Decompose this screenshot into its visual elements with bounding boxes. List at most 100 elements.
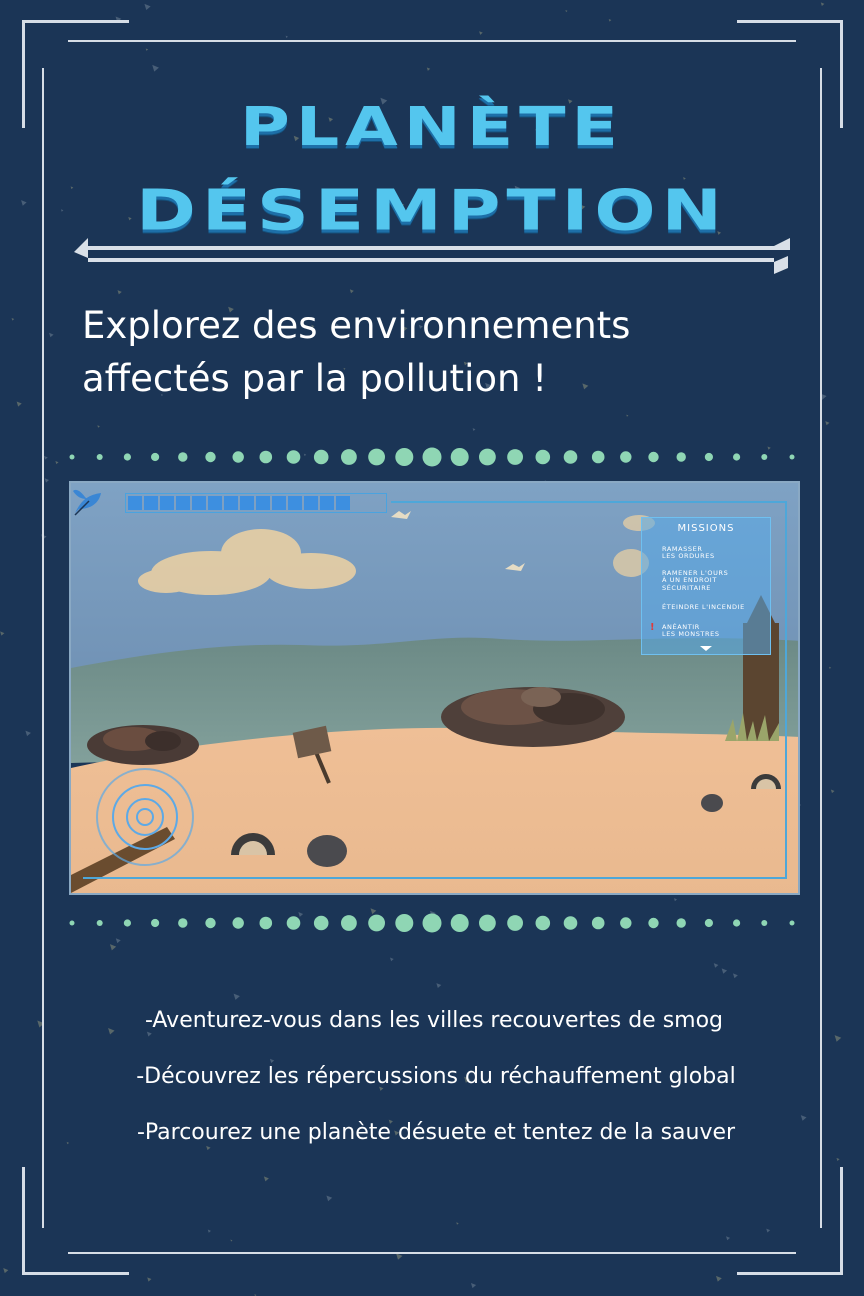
speckle <box>766 1228 771 1233</box>
separator-dot <box>151 452 160 462</box>
separator-dot <box>259 450 273 464</box>
separator-dot <box>123 919 131 927</box>
speckle <box>230 1239 233 1242</box>
speckle <box>820 2 825 6</box>
speckle <box>144 3 151 11</box>
separator-dot <box>368 448 385 466</box>
separator-dot <box>178 918 188 928</box>
speckle <box>830 789 835 794</box>
mission-item[interactable]: ÉTEINDRE L'INCENDIE <box>662 603 766 611</box>
speckle <box>565 10 568 13</box>
feature-line-2: -Découvrez les répercussions du réchauff… <box>136 1064 736 1089</box>
separator-dot <box>789 920 795 926</box>
title-underline-arrow <box>74 238 790 274</box>
rock <box>307 835 347 867</box>
health-segment <box>288 496 302 510</box>
speckle <box>145 48 149 51</box>
health-bar <box>125 493 387 513</box>
separator-dot <box>151 918 160 928</box>
health-segment <box>336 496 350 510</box>
speckle <box>152 64 159 72</box>
speckle <box>44 478 50 483</box>
speckle <box>11 317 15 321</box>
health-segment <box>240 496 254 510</box>
mission-item[interactable]: RAMASSER LES ORDURES <box>662 545 766 561</box>
health-segment <box>128 496 142 510</box>
trash-pile-left <box>87 725 199 765</box>
speckle <box>713 963 719 968</box>
separator-dot <box>789 454 795 460</box>
separator-dot <box>259 916 273 930</box>
separator-dot <box>395 914 414 932</box>
speckle <box>263 1176 269 1182</box>
speckle <box>16 401 22 407</box>
separator-dot <box>620 451 632 463</box>
separator-dot <box>648 917 659 929</box>
speckle <box>207 1229 211 1233</box>
separator-dot <box>704 918 714 928</box>
speckle <box>426 67 431 71</box>
game-screenshot: MISSIONS RAMASSER LES ORDURES RAMENER L'… <box>69 481 800 895</box>
dot-separator-top <box>69 447 795 467</box>
rock <box>701 794 723 812</box>
separator-dot <box>733 919 741 927</box>
speckle <box>825 421 830 426</box>
separator-dot <box>479 448 496 466</box>
frame-bottom-left-h <box>22 1272 129 1275</box>
title-line-1: PLANÈTE <box>240 96 624 159</box>
speckle <box>0 631 5 636</box>
speckle <box>470 1282 477 1289</box>
health-segment <box>224 496 238 510</box>
separator-dot <box>341 915 357 931</box>
separator-dot <box>704 452 714 462</box>
speckle <box>716 1275 722 1282</box>
speckle <box>673 898 677 902</box>
tagline-line-1: Explorez des environnements <box>82 304 631 347</box>
health-segment <box>144 496 158 510</box>
speckle <box>25 730 31 737</box>
speckle <box>233 993 240 1000</box>
health-segment <box>272 496 286 510</box>
trash-pile-right <box>441 687 625 747</box>
separator-dot <box>313 449 329 465</box>
speckle <box>44 455 48 460</box>
leaf-icon <box>73 489 101 516</box>
separator-dot <box>178 452 188 462</box>
health-segment <box>176 496 190 510</box>
speckle <box>269 1058 275 1064</box>
frame-bottom-right-v <box>840 1167 843 1275</box>
mission-item[interactable]: RAMENER L'OURS À UN ENDROIT SÉCURITAIRE <box>662 569 766 592</box>
mission-item[interactable]: ANÉANTIR LES MONSTRES <box>662 623 766 639</box>
speckle <box>829 666 832 669</box>
separator-dot <box>205 451 216 463</box>
separator-dot <box>286 450 301 464</box>
missions-panel[interactable]: MISSIONS RAMASSER LES ORDURES RAMENER L'… <box>641 517 771 655</box>
frame-bottom-left-v <box>22 1167 25 1275</box>
separator-dot <box>591 450 605 464</box>
health-segment <box>208 496 222 510</box>
feature-line-1: -Aventurez-vous dans les villes recouver… <box>144 1008 724 1033</box>
separator-dot <box>676 918 686 928</box>
frame-top-right-h <box>737 20 843 23</box>
chevron-down-icon[interactable] <box>700 646 712 651</box>
frame-inner-top <box>68 40 796 42</box>
separator-dot <box>761 920 768 926</box>
separator-dot <box>368 914 385 932</box>
dot-separator-bottom <box>69 913 795 933</box>
separator-dot <box>205 917 216 929</box>
title-line-2: DÉSEMPTION <box>136 177 728 243</box>
speckle <box>836 1157 840 1162</box>
speckle <box>117 290 122 295</box>
speckle <box>396 1253 403 1260</box>
speckle <box>834 1035 842 1042</box>
separator-dot <box>450 448 469 466</box>
speckle <box>326 1195 333 1202</box>
separator-dot <box>69 454 75 460</box>
speckle <box>349 289 354 294</box>
separator-dot <box>535 915 551 931</box>
speckle <box>456 1222 459 1225</box>
speckle <box>436 983 442 989</box>
health-segment <box>320 496 334 510</box>
separator-dot <box>395 448 414 466</box>
separator-dot <box>422 913 442 933</box>
